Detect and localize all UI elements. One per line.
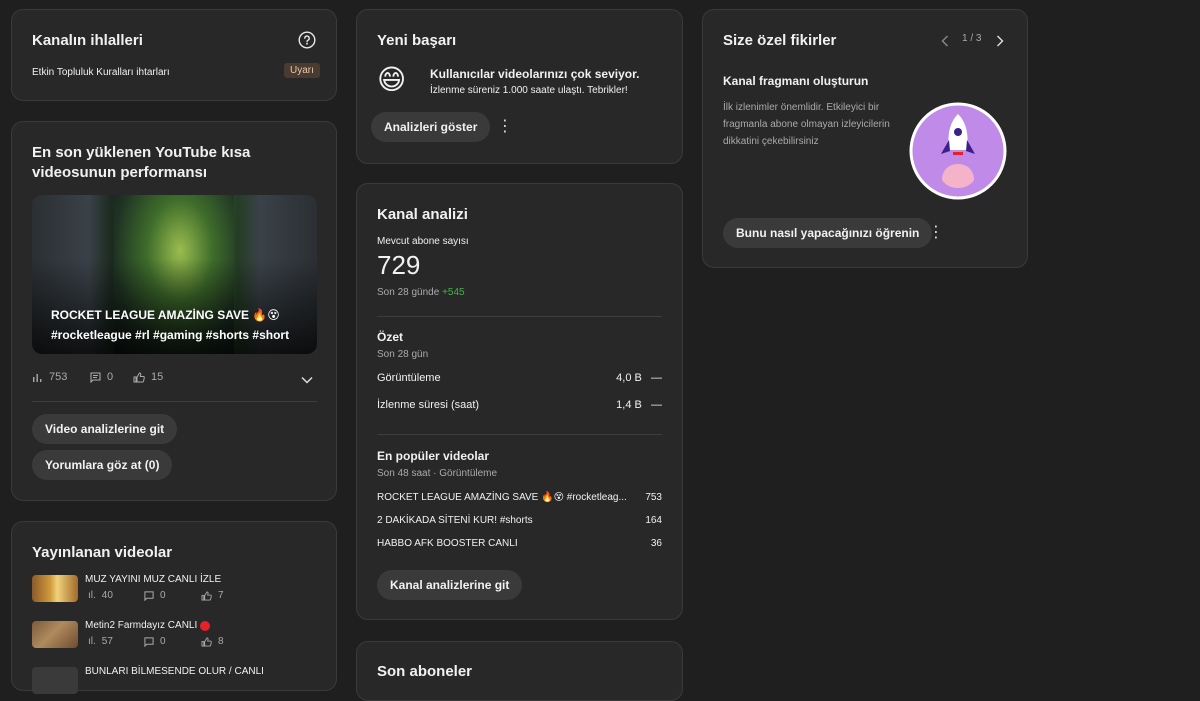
chevron-down-icon[interactable] xyxy=(301,371,313,389)
achievement-card: Yeni başarı 😄 Kullanıcılar videolarınızı… xyxy=(356,9,683,164)
thumbs-up-icon xyxy=(201,590,212,601)
thumbs-up-icon xyxy=(201,636,212,647)
short-likes-value: 15 xyxy=(151,371,164,383)
recent-subscribers-title: Son aboneler xyxy=(377,663,473,680)
short-thumbnail[interactable]: ROCKET LEAGUE AMAZİNG SAVE 🔥😵 #rocketlea… xyxy=(32,195,317,354)
video-thumbnail[interactable] xyxy=(32,667,78,694)
video-title[interactable]: MUZ YAYINI MUZ CANLI İZLE xyxy=(85,574,221,585)
video-comments: 0 xyxy=(144,590,166,601)
published-videos-title: Yayınlanan videolar xyxy=(32,544,173,561)
divider xyxy=(377,434,662,435)
idea-heading: Kanal fragmanı oluşturun xyxy=(723,74,869,88)
achievement-subline: İzlenme süreniz 1.000 saate ulaştı. Tebr… xyxy=(430,85,628,96)
video-title[interactable]: BUNLARI BİLMESENDE OLUR / CANLI xyxy=(85,666,264,677)
short-likes-stat: 15 xyxy=(133,371,163,383)
chevron-left-icon[interactable] xyxy=(941,34,949,52)
video-thumbnail[interactable] xyxy=(32,575,78,602)
channel-analytics-title: Kanal analizi xyxy=(377,206,468,223)
learn-how-button[interactable]: Bunu nasıl yapacağınızı öğrenin xyxy=(723,218,933,248)
bar-chart-icon: ıl. xyxy=(88,636,96,647)
published-videos-card: Yayınlanan videolar MUZ YAYINI MUZ CANLI… xyxy=(11,521,337,694)
top-video-row[interactable]: 2 DAKİKADA SİTENİ KUR! #shorts 164 xyxy=(377,515,662,526)
summary-row: İzlenme süresi (saat) 1,4 B — xyxy=(377,399,662,411)
channel-analytics-card: Kanal analizi Mevcut abone sayısı 729 So… xyxy=(356,183,683,620)
show-analytics-button[interactable]: Analizleri göster xyxy=(371,112,491,142)
live-dot-icon xyxy=(200,620,211,631)
short-views-value: 753 xyxy=(49,371,68,383)
short-comments-stat: 0 xyxy=(90,371,113,383)
divider xyxy=(377,316,662,317)
chevron-right-icon[interactable] xyxy=(996,34,1004,52)
comment-icon xyxy=(144,636,154,647)
grinning-face-icon: 😄 xyxy=(377,64,407,95)
short-comments-value: 0 xyxy=(107,371,114,383)
warning-badge: Uyarı xyxy=(284,63,320,78)
comment-icon xyxy=(90,371,101,383)
video-comments: 0 xyxy=(144,636,166,647)
subscriber-count-label: Mevcut abone sayısı xyxy=(377,236,469,247)
video-thumbnail[interactable] xyxy=(32,621,78,648)
bar-chart-icon xyxy=(33,374,42,382)
violations-title: Kanalın ihlalleri xyxy=(32,32,143,49)
bar-chart-icon: ıl. xyxy=(88,590,96,601)
subscriber-count-value: 729 xyxy=(377,250,421,280)
short-video-title[interactable]: ROCKET LEAGUE AMAZİNG SAVE 🔥😵 #rocketlea… xyxy=(51,305,311,345)
ideas-pager: 1 / 3 xyxy=(962,33,982,44)
achievement-headline: Kullanıcılar videolarınızı çok seviyor. xyxy=(430,67,640,81)
violations-card: Kanalın ihlalleri Etkin Topluluk Kuralla… xyxy=(11,9,337,101)
channel-analytics-button[interactable]: Kanal analizlerine git xyxy=(377,570,523,600)
summary-title: Özet xyxy=(377,330,404,344)
achievement-title: Yeni başarı xyxy=(377,32,457,49)
video-analytics-button[interactable]: Video analizlerine git xyxy=(32,414,178,444)
latest-short-title: En son yüklenen YouTube kısa videosunun … xyxy=(32,144,251,181)
view-comments-button[interactable]: Yorumlara göz at (0) xyxy=(32,450,173,480)
ideas-card: Size özel fikirler 1 / 3 Kanal fragmanı … xyxy=(702,9,1028,268)
video-likes: 7 xyxy=(201,590,224,601)
strikes-label: Etkin Topluluk Kuralları ihtarları xyxy=(32,67,170,78)
top-videos-period: Son 48 saat · Görüntüleme xyxy=(377,468,498,479)
divider xyxy=(32,401,317,402)
recent-subscribers-card: Son aboneler xyxy=(356,641,683,701)
idea-body: İlk izlenimler önemlidir. Etkileyici bir… xyxy=(723,102,890,147)
subscriber-delta: +545 xyxy=(442,287,465,298)
thumbs-up-icon xyxy=(133,371,145,382)
video-likes: 8 xyxy=(201,636,224,647)
top-videos-title: En popüler videolar xyxy=(377,449,490,463)
comment-icon xyxy=(144,590,154,601)
subscriber-period: Son 28 günde +545 xyxy=(377,287,465,298)
video-views: ıl. 40 xyxy=(88,590,113,601)
help-circle-icon[interactable] xyxy=(298,31,316,49)
top-video-row[interactable]: HABBO AFK BOOSTER CANLI 36 xyxy=(377,538,662,549)
more-vert-icon[interactable]: ⋮ xyxy=(497,119,513,135)
summary-row: Görüntüleme 4,0 B — xyxy=(377,372,662,384)
ideas-title: Size özel fikirler xyxy=(723,32,837,49)
video-title[interactable]: Metin2 Farmdayız CANLI xyxy=(85,620,211,631)
more-vert-icon[interactable]: ⋮ xyxy=(928,225,944,241)
rocket-icon xyxy=(909,102,1007,200)
summary-period: Son 28 gün xyxy=(377,349,429,360)
latest-short-card: En son yüklenen YouTube kısa videosunun … xyxy=(11,121,337,501)
video-views: ıl. 57 xyxy=(88,636,113,647)
top-video-row[interactable]: ROCKET LEAGUE AMAZİNG SAVE 🔥😵 #rocketlea… xyxy=(377,492,662,503)
short-views-stat: 753 xyxy=(32,371,67,383)
